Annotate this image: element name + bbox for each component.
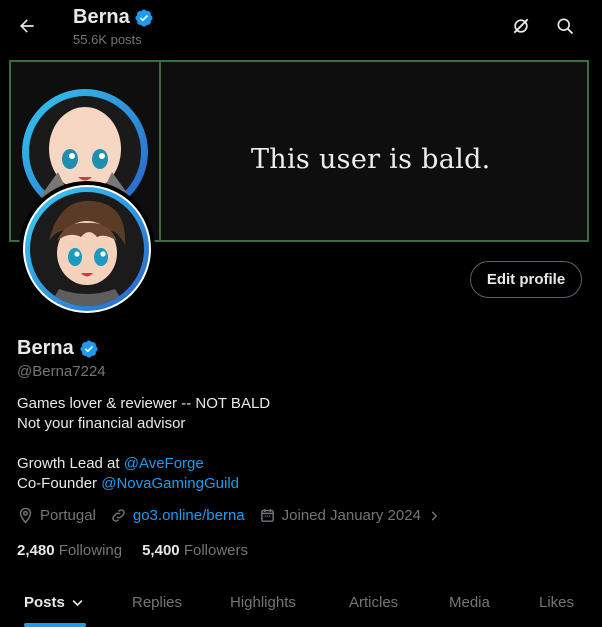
website-link[interactable]: go3.online/berna	[133, 507, 245, 524]
header-post-count: 55.6K posts	[73, 32, 142, 47]
bio-text: Co-Founder	[17, 475, 102, 492]
followers-stat[interactable]: 5,400 Followers	[142, 542, 248, 559]
following-stat[interactable]: 2,480 Following	[17, 542, 122, 559]
tab-articles[interactable]: Articles	[349, 594, 398, 611]
tab-media[interactable]: Media	[449, 594, 490, 611]
header-name: Berna	[73, 6, 130, 28]
followers-label: Followers	[183, 542, 248, 559]
mention-link-novagamingguild[interactable]: @NovaGamingGuild	[101, 475, 239, 492]
bio-line: Games lover & reviewer -- NOT BALD	[17, 395, 271, 412]
avatar	[20, 182, 154, 316]
search-icon	[557, 18, 574, 35]
location-text: Portugal	[40, 507, 96, 524]
join-date-text: Joined January 2024	[281, 507, 421, 524]
followers-count: 5,400	[142, 542, 180, 559]
chevron-right-icon[interactable]	[427, 509, 441, 523]
active-tab-indicator	[24, 623, 86, 627]
tab-replies[interactable]: Replies	[132, 594, 182, 611]
following-label: Following	[58, 542, 123, 559]
tab-highlights[interactable]: Highlights	[230, 594, 296, 611]
profile-display-name: Berna	[17, 337, 74, 359]
follow-stats: 2,480 Following 5,400 Followers	[17, 542, 248, 559]
bio-line: Co-Founder @NovaGamingGuild	[17, 475, 239, 492]
bio-line: Not your financial advisor	[17, 415, 186, 432]
grok-icon	[513, 18, 529, 34]
verified-badge-icon[interactable]	[79, 339, 99, 359]
back-button[interactable]	[12, 11, 42, 41]
banner-divider	[159, 62, 161, 240]
edit-profile-button[interactable]: Edit profile	[470, 261, 582, 298]
join-date: Joined January 2024	[259, 507, 441, 524]
profile-meta: Portugal go3.online/berna Joined January…	[17, 507, 455, 524]
mention-link-aveforge[interactable]: @AveForge	[124, 455, 204, 472]
profile-avatar[interactable]	[19, 181, 155, 317]
header-title: Berna	[73, 6, 154, 29]
tab-posts[interactable]: Posts	[24, 594, 85, 611]
profile-tabs: Posts Replies Highlights Articles Media …	[0, 585, 602, 627]
chevron-down-icon	[72, 600, 83, 607]
bio-text: Growth Lead at	[17, 455, 124, 472]
bio-line: Growth Lead at @AveForge	[17, 455, 204, 472]
banner-text: This user is bald.	[251, 144, 491, 175]
location-pin-icon	[19, 507, 32, 524]
profile-handle: @Berna7224	[17, 363, 106, 380]
location: Portugal	[17, 507, 96, 524]
calendar-icon	[260, 509, 274, 522]
verified-badge-icon	[135, 8, 153, 27]
profile-name: Berna	[17, 337, 99, 360]
search-button[interactable]	[550, 11, 580, 41]
link-icon	[112, 509, 125, 522]
following-count: 2,480	[17, 542, 55, 559]
profile-header: Berna 55.6K posts	[0, 0, 602, 52]
tab-label: Posts	[24, 594, 65, 611]
tab-likes[interactable]: Likes	[539, 594, 574, 611]
arrow-left-icon	[20, 19, 34, 33]
website: go3.online/berna	[110, 507, 245, 524]
grok-button[interactable]	[506, 11, 536, 41]
